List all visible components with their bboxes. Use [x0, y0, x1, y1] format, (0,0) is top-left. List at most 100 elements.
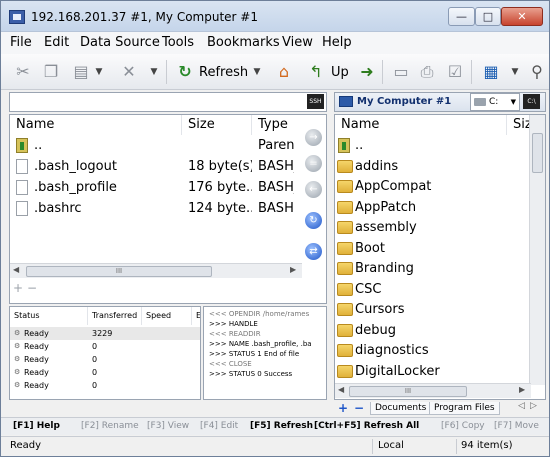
list-item[interactable]: DigitalLocker — [335, 362, 545, 382]
delete-icon[interactable]: ✕ — [119, 62, 139, 82]
menu-file[interactable]: File — [10, 35, 32, 50]
horizontal-scrollbar[interactable]: ◀ III ▶ — [335, 383, 531, 398]
session-log[interactable]: <<< OPENDIR /home/rames >>> HANDLE <<< R… — [203, 306, 327, 400]
list-item[interactable]: debug — [335, 321, 545, 341]
reload-icon[interactable]: ↻ — [305, 212, 322, 229]
list-item[interactable]: Branding — [335, 259, 545, 279]
add-icon[interactable]: + — [13, 281, 23, 295]
delete-dropdown-icon[interactable]: ▼ — [150, 68, 158, 77]
list-item[interactable]: assembly — [335, 218, 545, 238]
list-item[interactable]: diagnostics — [335, 341, 545, 361]
queue-row[interactable]: ⚙ Ready 0 — [10, 379, 200, 392]
drive-select[interactable]: C: ▼ — [470, 93, 520, 111]
remote-path-input[interactable] — [9, 92, 327, 112]
link-icon[interactable]: ⇄ — [305, 243, 322, 260]
ssh-terminal-button[interactable]: SSH — [307, 94, 324, 109]
queue-header-transferred[interactable]: Transferred — [88, 307, 142, 325]
queue-header-speed[interactable]: Speed — [142, 307, 192, 325]
status-separator — [456, 439, 457, 454]
list-item[interactable]: AppCompat — [335, 177, 545, 197]
list-item[interactable]: .. — [335, 136, 545, 156]
scroll-left-icon[interactable]: ◀ — [13, 265, 19, 274]
list-item[interactable]: .bash_logout 18 byte(s) BASH_I — [10, 157, 326, 177]
fkey-refresh-all[interactable]: [Ctrl+F5] Refresh All — [314, 421, 419, 431]
view-icon[interactable]: ▦ — [481, 62, 501, 82]
menu-bookmarks[interactable]: Bookmarks — [207, 35, 280, 50]
copy-icon[interactable]: ❐ — [41, 62, 61, 82]
queue-row[interactable]: ⚙ Ready 0 — [10, 366, 200, 379]
close-button[interactable]: ✕ — [501, 7, 543, 26]
fkey-rename[interactable]: [F2] Rename — [81, 421, 139, 431]
scroll-thumb[interactable] — [532, 133, 543, 173]
menu-view[interactable]: View — [282, 35, 313, 50]
queue-row[interactable]: ⚙ Ready 0 — [10, 340, 200, 353]
menu-tools[interactable]: Tools — [162, 35, 194, 50]
minimize-button[interactable]: — — [448, 7, 475, 26]
horizontal-scrollbar[interactable]: ◀ III ▶ — [10, 263, 302, 278]
menu-help[interactable]: Help — [322, 35, 352, 50]
list-item[interactable]: .bash_profile 176 byte... BASH_I — [10, 178, 326, 198]
fkey-help[interactable]: [F1] Help — [13, 421, 60, 431]
list-item[interactable]: .. Parent — [10, 136, 326, 156]
file-icon — [16, 159, 28, 174]
bookmark-tab-program-files[interactable]: Program Files — [429, 402, 500, 415]
transfer-queue[interactable]: Status Transferred Speed E ⚙ Ready 3229 … — [9, 306, 201, 400]
fkey-move[interactable]: [F7] Move — [494, 421, 539, 431]
list-item[interactable]: addins — [335, 157, 545, 177]
search-icon[interactable]: ⚲ — [527, 62, 547, 82]
list-item[interactable]: .bashrc 124 byte... BASHR — [10, 199, 326, 219]
column-header-name[interactable]: Name — [335, 115, 507, 135]
scroll-right-icon[interactable]: ▶ — [290, 265, 296, 274]
refresh-button[interactable]: Refresh — [199, 65, 248, 80]
list-item[interactable]: AppPatch — [335, 198, 545, 218]
scroll-thumb[interactable]: III — [26, 266, 212, 277]
vertical-scrollbar[interactable] — [529, 115, 545, 385]
menu-data-source[interactable]: Data Source — [80, 35, 160, 50]
cut-icon[interactable]: ✂ — [13, 62, 33, 82]
download-arrow-icon[interactable]: ← — [305, 181, 322, 198]
list-item[interactable]: CSC — [335, 280, 545, 300]
local-file-list[interactable]: Name Siz .. addins AppCompat AppPatch as… — [334, 114, 546, 400]
bookmark-next-icon[interactable]: ▷ — [530, 401, 537, 411]
refresh-dropdown-icon[interactable]: ▼ — [253, 68, 261, 77]
list-item[interactable]: Boot — [335, 239, 545, 259]
scroll-thumb[interactable]: III — [349, 386, 467, 397]
fkey-view[interactable]: [F3] View — [147, 421, 189, 431]
bookmark-prev-icon[interactable]: ◁ — [518, 401, 525, 411]
queue-header-status[interactable]: Status — [10, 307, 88, 325]
properties-icon[interactable]: ☑ — [445, 62, 465, 82]
menu-edit[interactable]: Edit — [44, 35, 69, 50]
paste-icon[interactable]: ▤ — [71, 62, 91, 82]
view-dropdown-icon[interactable]: ▼ — [511, 68, 519, 77]
remove-icon[interactable]: − — [27, 281, 37, 295]
column-header-size[interactable]: Siz — [507, 115, 531, 135]
fkey-refresh[interactable]: [F5] Refresh — [250, 421, 313, 431]
print-icon[interactable]: ⎙ — [417, 62, 437, 82]
synchronize-icon[interactable]: = — [305, 155, 322, 172]
scroll-left-icon[interactable]: ◀ — [338, 385, 344, 394]
list-item[interactable]: Cursors — [335, 300, 545, 320]
remote-file-list[interactable]: Name Size Type .. Parent .bash_logout 18… — [9, 114, 327, 304]
file-name: .. — [34, 138, 43, 153]
fkey-edit[interactable]: [F4] Edit — [200, 421, 238, 431]
home-icon[interactable]: ⌂ — [274, 62, 294, 82]
bookmark-tab-documents[interactable]: Documents — [370, 402, 432, 415]
scroll-right-icon[interactable]: ▶ — [519, 385, 525, 394]
column-header-name[interactable]: Name — [10, 115, 182, 135]
column-header-size[interactable]: Size — [182, 115, 252, 135]
paste-dropdown-icon[interactable]: ▼ — [95, 68, 103, 77]
up-button[interactable]: Up — [331, 65, 349, 80]
add-bookmark-icon[interactable]: + — [338, 401, 348, 415]
queue-row[interactable]: ⚙ Ready 3229 — [10, 327, 200, 340]
new-icon[interactable]: ▭ — [391, 62, 411, 82]
remove-bookmark-icon[interactable]: − — [354, 401, 364, 415]
command-prompt-button[interactable]: C:\ — [523, 94, 540, 109]
refresh-icon[interactable]: ↻ — [175, 62, 195, 82]
go-icon[interactable]: ➜ — [357, 62, 377, 82]
queue-header-extra[interactable]: E — [192, 307, 200, 325]
queue-row[interactable]: ⚙ Ready 0 — [10, 353, 200, 366]
up-icon[interactable]: ↰ — [306, 62, 326, 82]
fkey-copy[interactable]: [F6] Copy — [441, 421, 485, 431]
maximize-button[interactable]: □ — [475, 7, 501, 26]
upload-arrow-icon[interactable]: → — [305, 129, 322, 146]
